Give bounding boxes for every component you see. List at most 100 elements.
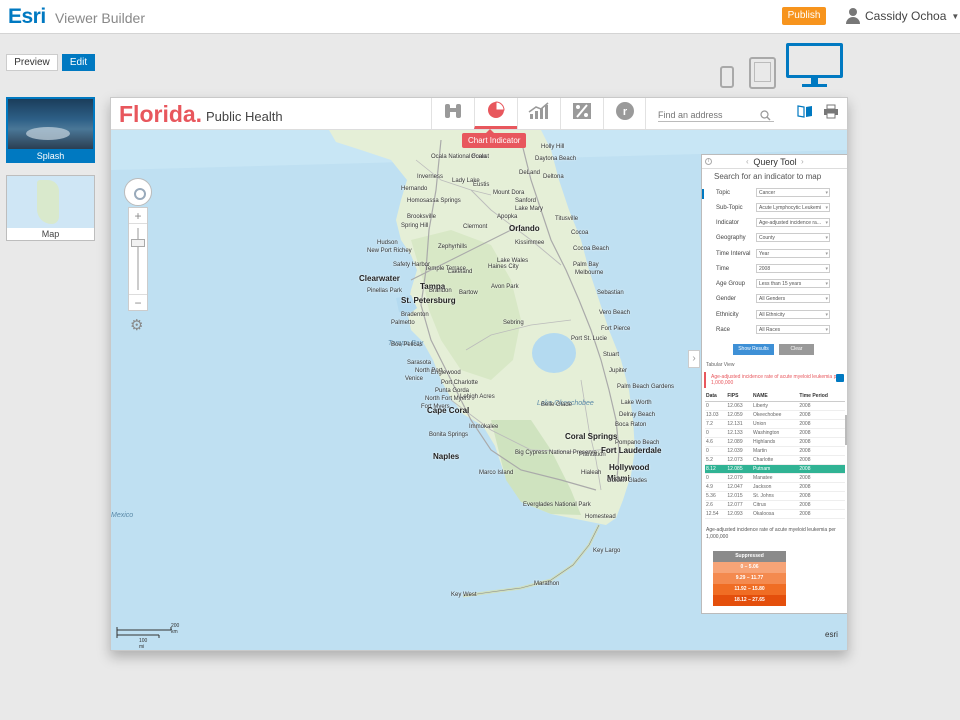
home-compass-button[interactable] — [124, 178, 152, 206]
zoom-slider[interactable]: + − — [128, 207, 148, 311]
tool-trend[interactable] — [517, 98, 560, 129]
phone-preview-icon[interactable] — [720, 66, 734, 88]
field-age-group: Age Group Less than 15 years — [702, 279, 847, 290]
city-label: Vero Beach — [599, 310, 631, 316]
table-cell: 12.047 — [726, 482, 753, 492]
table-row[interactable]: 0 12.039 Martin 2008 — [705, 446, 845, 456]
table-row[interactable]: 2.6 12.077 Citrus 2008 — [705, 500, 845, 510]
sub-topic-select[interactable]: Acute Lymphocytic Leukemi — [756, 203, 830, 212]
tablet-preview-icon[interactable] — [749, 57, 776, 89]
tool-bookmarks[interactable] — [791, 98, 819, 129]
time-select[interactable]: 2008 — [756, 264, 830, 273]
save-icon[interactable] — [836, 374, 844, 382]
city-label: Key Largo — [593, 548, 621, 554]
field-gender: Gender All Genders — [702, 294, 847, 305]
gender-select[interactable]: All Genders — [756, 294, 830, 303]
table-row[interactable]: 4.9 12.047 Jackson 2008 — [705, 482, 845, 492]
city-label: Homosassa Springs — [407, 198, 461, 204]
gear-icon[interactable]: ⚙ — [130, 316, 143, 334]
legend-item: 18.12 – 27.65 — [713, 595, 786, 606]
page-thumb-map[interactable]: Map — [6, 175, 95, 241]
top-bar: Esri Viewer Builder Publish Cassidy Ocho… — [0, 0, 960, 34]
city-label: Boe Pelicas — [391, 342, 423, 348]
table-cell: 12.131 — [726, 419, 753, 429]
pie-chart-icon — [486, 100, 506, 125]
search-icon[interactable] — [760, 108, 771, 126]
tool-report[interactable]: r — [603, 98, 646, 129]
zoom-handle[interactable] — [131, 239, 145, 247]
city-label: Everglades National Park — [523, 502, 591, 508]
zoom-in-button[interactable]: + — [129, 208, 147, 224]
publish-button[interactable]: Publish — [782, 7, 826, 25]
clear-button[interactable]: Clear — [779, 344, 814, 355]
indicator-select[interactable]: Age-adjusted incidence ra... — [756, 218, 830, 227]
table-row[interactable]: 5.36 12.015 St. Johns 2008 — [705, 491, 845, 501]
race-select[interactable]: All Races — [756, 325, 830, 334]
preview-button[interactable]: Preview — [6, 54, 58, 71]
table-cell: 2008 — [798, 464, 845, 474]
page-thumb-splash[interactable]: Splash — [6, 97, 95, 163]
desktop-preview-icon[interactable] — [786, 43, 843, 89]
city-label: DeLand — [519, 170, 541, 176]
app-subtitle: Public Health — [206, 109, 283, 124]
city-label: Pinellas Park — [367, 288, 403, 294]
city-label: Homestead — [585, 514, 616, 520]
table-row[interactable]: 4.6 12.089 Highlands 2008 — [705, 437, 845, 447]
topic-select[interactable]: Cancer — [756, 188, 830, 197]
city-label: Port Charlotte — [441, 380, 479, 386]
tool-print[interactable] — [817, 98, 845, 129]
city-label: Palm Bay — [573, 262, 599, 268]
water-label: Mexico — [111, 512, 134, 519]
field-indicator: Indicator Age-adjusted incidence ra... — [702, 218, 847, 229]
table-cell: 12.077 — [726, 500, 753, 510]
table-cell: 2008 — [798, 401, 845, 411]
edit-button[interactable]: Edit — [62, 54, 95, 71]
city-label: Bartow — [459, 290, 478, 296]
city-label: Englewood — [431, 370, 461, 376]
table-cell: 2.6 — [705, 500, 727, 510]
chart-indicator-tooltip: Chart Indicator — [462, 129, 527, 148]
zoom-out-button[interactable]: − — [129, 294, 147, 310]
show-results-button[interactable]: Show Results — [733, 344, 774, 355]
table-row[interactable]: 12.54 12.093 Okaloosa 2008 — [705, 509, 845, 519]
city-label: Eustis — [473, 182, 490, 188]
tool-chart-indicator[interactable] — [474, 98, 517, 129]
brand-logo: Esri — [8, 5, 46, 28]
ethnicity-select[interactable]: All Ethnicity — [756, 310, 830, 319]
city-label: Hernando — [401, 186, 428, 192]
city-label: Haines City — [488, 264, 519, 270]
city-label: Hialeah — [581, 470, 602, 476]
table-row[interactable]: 13.03 12.059 Okeechobee 2008 — [705, 410, 845, 420]
user-menu[interactable]: Cassidy Ochoa ▼ — [846, 8, 959, 24]
table-row[interactable]: 0 12.133 Washington 2008 — [705, 428, 845, 438]
table-cell: 4.9 — [705, 482, 727, 492]
table-row[interactable]: 0 12.063 Liberty 2008 — [705, 401, 845, 411]
address-input[interactable] — [658, 108, 774, 122]
table-row[interactable]: 8.12 12.085 Putnam 2008 — [705, 464, 845, 474]
age-group-select[interactable]: Less than 15 years — [756, 279, 830, 288]
legend-item: 9.29 – 11.77 — [713, 573, 786, 584]
city-label: Key West — [451, 592, 477, 598]
table-cell: Manatee — [752, 473, 799, 483]
tool-query[interactable] — [431, 98, 474, 129]
table-cell: 2008 — [798, 446, 845, 456]
field-topic: Topic Cancer — [702, 188, 847, 199]
query-tool-title: Query Tool — [753, 157, 797, 167]
table-row[interactable]: 0 12.079 Manatee 2008 — [705, 473, 845, 483]
table-row[interactable]: 5.2 12.073 Charlotte 2008 — [705, 455, 845, 465]
map-view[interactable]: Tampa Bay Lake Okeechobee Mexico Ocala N… — [111, 130, 847, 650]
time-interval-select[interactable]: Year — [756, 249, 830, 258]
chevron-right-icon[interactable]: › — [801, 157, 804, 166]
r-circle-icon: r — [615, 101, 635, 126]
table-cell: 2008 — [798, 428, 845, 438]
geography-select[interactable]: County — [756, 233, 830, 242]
city-label: Palm Beach Gardens — [617, 384, 675, 390]
table-row[interactable]: 7.2 12.131 Union 2008 — [705, 419, 845, 429]
app-preview-frame: Florida. Public Health r Find an address… — [110, 97, 848, 651]
table-scrollbar[interactable] — [845, 415, 847, 445]
chevron-right-icon[interactable]: › — [688, 350, 700, 368]
tool-percent[interactable] — [560, 98, 603, 129]
city-label: Naples — [433, 452, 460, 461]
svg-text:r: r — [623, 106, 628, 118]
binoculars-icon — [443, 102, 463, 125]
